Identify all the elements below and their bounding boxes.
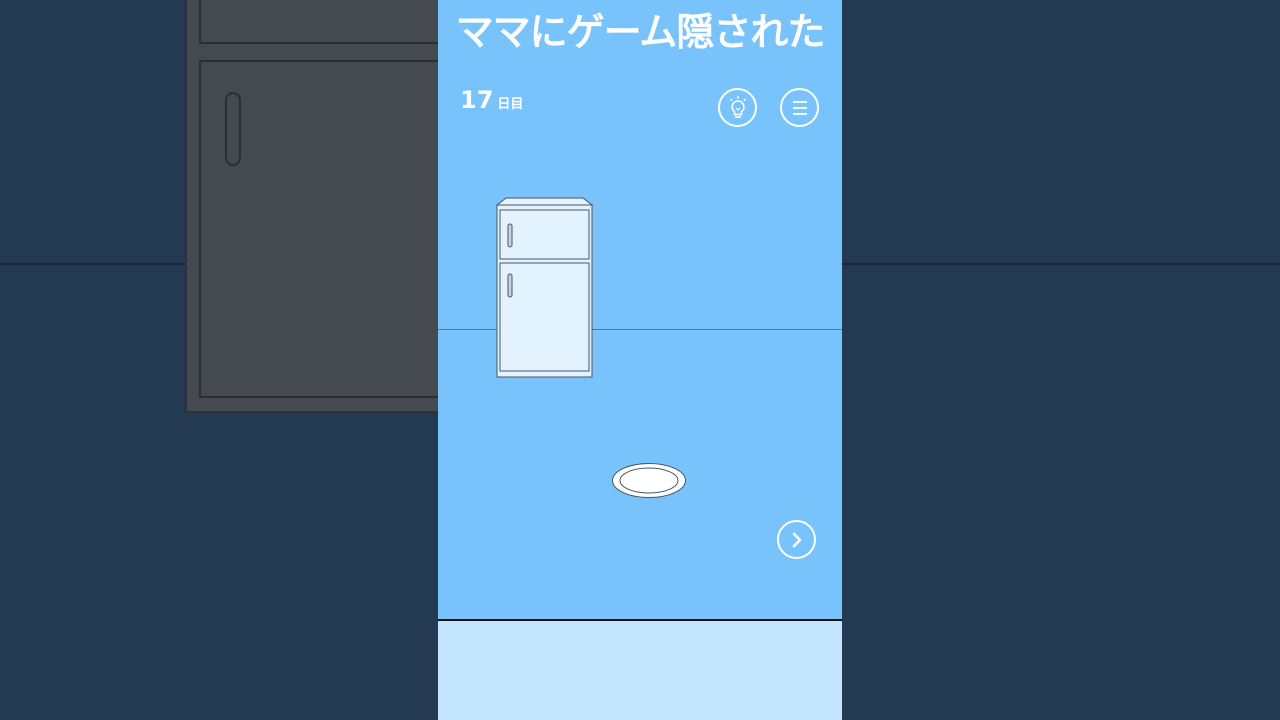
background-fridge-top-door xyxy=(199,0,469,44)
chevron-right-icon xyxy=(792,532,801,547)
day-suffix: 日目 xyxy=(497,97,524,112)
menu-button[interactable] xyxy=(780,88,819,127)
background-fridge-bottom-door xyxy=(199,60,469,398)
menu-icon xyxy=(792,100,807,115)
background-fridge-handle xyxy=(225,92,241,166)
game-screen: ママにゲーム隠された 17 日目 xyxy=(438,0,842,720)
video-title: ママにゲーム隠された xyxy=(455,10,826,54)
day-number: 17 xyxy=(460,86,494,114)
bottom-panel xyxy=(438,619,842,720)
lightbulb-icon xyxy=(729,95,746,118)
day-counter: 17 日目 xyxy=(460,86,523,114)
refrigerator[interactable] xyxy=(496,197,593,379)
plate[interactable] xyxy=(611,462,687,499)
hint-button[interactable] xyxy=(718,88,757,127)
next-scene-button[interactable] xyxy=(777,520,816,559)
